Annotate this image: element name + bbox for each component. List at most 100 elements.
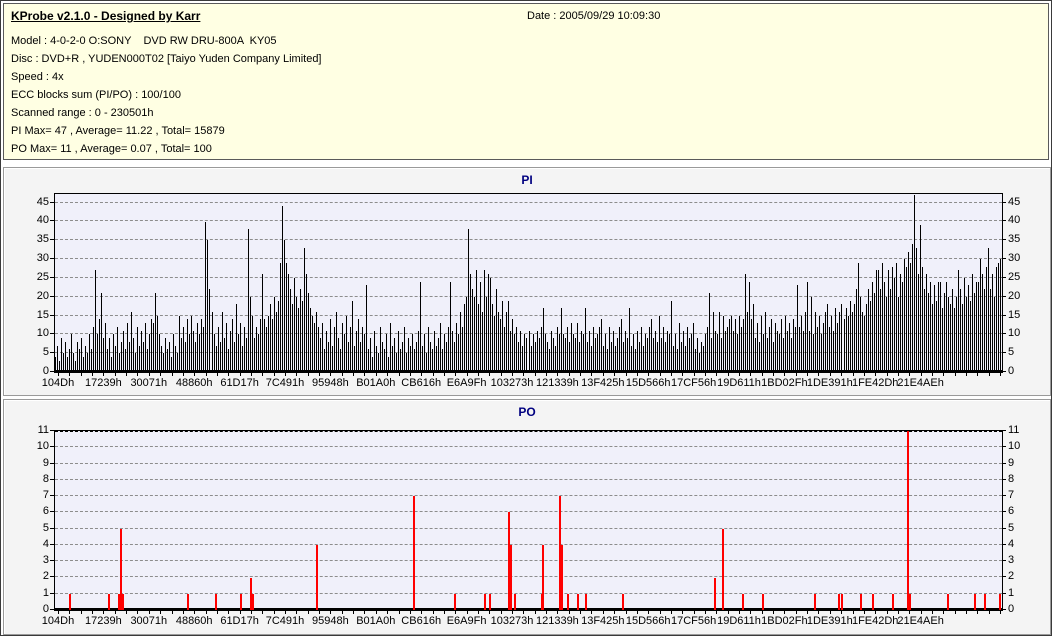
- pi-bar: [963, 277, 965, 372]
- x-axis-tick: [137, 373, 139, 376]
- x-axis-tick: [205, 373, 207, 376]
- x-axis-tick: [954, 373, 956, 376]
- x-axis-tick: [568, 611, 570, 614]
- pi-bar: [239, 323, 241, 372]
- x-axis-tick: [307, 373, 309, 376]
- pi-bar: [77, 341, 79, 372]
- pi-bar: [753, 304, 755, 372]
- x-axis-tick: [852, 373, 854, 376]
- x-axis-tick: [80, 611, 82, 614]
- pi-bar: [195, 341, 197, 372]
- pi-bar: [97, 334, 99, 372]
- y-axis-tick: [1002, 333, 1006, 335]
- pi-bar: [113, 334, 115, 372]
- pi-bar: [717, 334, 719, 372]
- y-axis-tick: [1002, 220, 1006, 222]
- pi-bar: [823, 323, 825, 372]
- x-axis-tick: [704, 373, 706, 376]
- pi-bar: [540, 326, 542, 372]
- x-axis-tick: [534, 611, 536, 614]
- pi-chart-panel: PI 0 0 5 5 10 10 15 15 20 20 25 25 30 30 35 35 40 40 45 45 1…: [3, 167, 1051, 396]
- pi-bar: [582, 334, 584, 372]
- pi-bar: [251, 315, 253, 372]
- y-tick-label: 6: [1008, 505, 1015, 518]
- y-tick-label: 11: [1008, 424, 1020, 436]
- x-axis-tick: [432, 611, 434, 614]
- pi-bar: [787, 330, 789, 372]
- y-tick-label: 8: [1008, 472, 1015, 485]
- po-bar: [838, 593, 840, 610]
- po-bar: [892, 593, 894, 610]
- po-bar: [585, 593, 587, 610]
- pi-bar: [624, 330, 626, 372]
- pi-bar: [141, 330, 143, 372]
- pi-bar: [951, 289, 953, 372]
- pi-bar: [554, 345, 556, 372]
- pi-bar: [709, 293, 711, 372]
- pi-bar: [279, 262, 281, 372]
- po-bar: [121, 593, 124, 610]
- po-bar: [484, 593, 486, 610]
- pi-bar: [534, 341, 536, 372]
- pi-bar: [989, 289, 991, 372]
- pi-bar: [801, 315, 803, 372]
- x-tick-label: CB616h: [401, 615, 442, 627]
- x-axis-tick: [398, 611, 400, 614]
- y-tick-label: 4: [42, 537, 49, 550]
- y-tick-label: 11: [37, 424, 49, 436]
- po-bar: [907, 431, 909, 610]
- pi-bar: [546, 341, 548, 372]
- x-axis-tick: [818, 611, 820, 614]
- pi-bar: [584, 308, 586, 372]
- pi-bar: [428, 326, 430, 372]
- x-axis-tick: [602, 373, 604, 376]
- pi-bar: [55, 356, 56, 372]
- x-tick-label: 1DE391h: [806, 615, 853, 627]
- pi-bar: [333, 326, 335, 372]
- pi-bar: [570, 323, 572, 372]
- x-axis-tick: [897, 373, 899, 376]
- y-axis-tick: [1002, 527, 1006, 529]
- y-tick-label: 0: [42, 365, 49, 377]
- x-axis-tick: [534, 373, 536, 376]
- x-axis-tick: [239, 611, 241, 614]
- pi-bar: [323, 349, 325, 372]
- pi-bar: [650, 319, 652, 372]
- po-bar: [454, 593, 456, 610]
- pi-bar: [498, 311, 500, 372]
- x-axis-tick: [625, 373, 627, 376]
- pi-bar: [131, 311, 133, 372]
- x-axis-tick: [727, 611, 729, 614]
- y-axis-tick: [1002, 258, 1006, 260]
- po-bar: [510, 544, 512, 610]
- y-axis-tick: [1002, 609, 1006, 610]
- x-axis-tick: [398, 373, 400, 376]
- pi-bar: [713, 311, 715, 372]
- pi-bar: [608, 326, 610, 372]
- pi-bar: [749, 281, 751, 372]
- po-bar: [947, 593, 949, 610]
- pi-bar: [331, 345, 333, 372]
- pi-bar: [189, 334, 191, 372]
- pi-bar: [153, 323, 155, 372]
- pi-bar: [837, 323, 839, 372]
- pi-bar: [566, 326, 568, 372]
- po-plot-area: [54, 430, 1003, 611]
- pi-bar: [711, 338, 713, 372]
- pi-bar: [691, 334, 692, 372]
- pi-bar: [877, 270, 879, 372]
- pi-bar: [705, 334, 707, 372]
- x-axis-tick: [477, 611, 479, 614]
- pi-bar: [83, 356, 85, 372]
- x-axis-tick: [761, 373, 763, 376]
- pi-bar: [909, 262, 911, 372]
- x-tick-label: 121339h: [535, 615, 579, 627]
- pi-bar: [707, 326, 709, 372]
- pi-bar: [408, 338, 410, 372]
- x-axis-tick: [988, 373, 990, 376]
- x-axis-tick: [69, 611, 71, 614]
- pi-bar: [755, 338, 757, 372]
- pi-bar: [574, 338, 576, 372]
- pi-bar: [203, 326, 205, 372]
- pi-bar: [648, 326, 650, 372]
